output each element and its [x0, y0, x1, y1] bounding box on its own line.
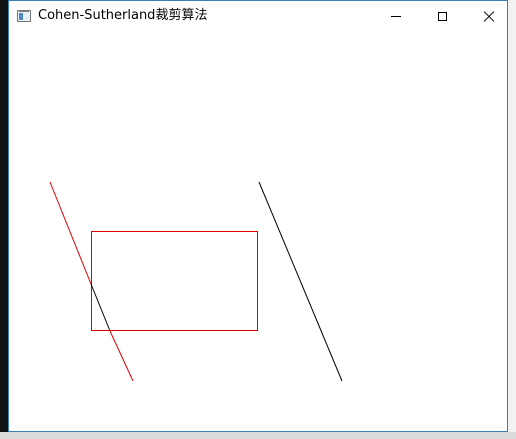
- desktop-background-right: [508, 0, 516, 439]
- application-window: Cohen-Sutherland裁剪算法: [0, 0, 516, 439]
- minimize-icon: [391, 15, 401, 17]
- maximize-button[interactable]: [419, 1, 465, 31]
- desktop-background-bottom: [0, 432, 516, 439]
- clipped-line-inside-segment: [90, 283, 111, 332]
- desktop-background-left: [0, 0, 8, 439]
- title-bar[interactable]: Cohen-Sutherland裁剪算法: [9, 1, 507, 31]
- clip-window-rectangle: [91, 231, 258, 331]
- close-icon: [483, 11, 494, 22]
- maximize-icon: [437, 11, 447, 21]
- minimize-button[interactable]: [373, 1, 419, 31]
- window-title: Cohen-Sutherland裁剪算法: [38, 8, 208, 23]
- window-app-icon[interactable]: [17, 10, 31, 22]
- drawing-area[interactable]: [9, 31, 507, 431]
- unclipped-line: [258, 181, 343, 382]
- window-frame: Cohen-Sutherland裁剪算法: [8, 0, 508, 432]
- clipped-line-outside-top-segment: [49, 181, 92, 285]
- clipped-line-outside-bottom-segment: [109, 330, 134, 382]
- close-button[interactable]: [465, 1, 511, 31]
- clipping-canvas: [49, 181, 343, 382]
